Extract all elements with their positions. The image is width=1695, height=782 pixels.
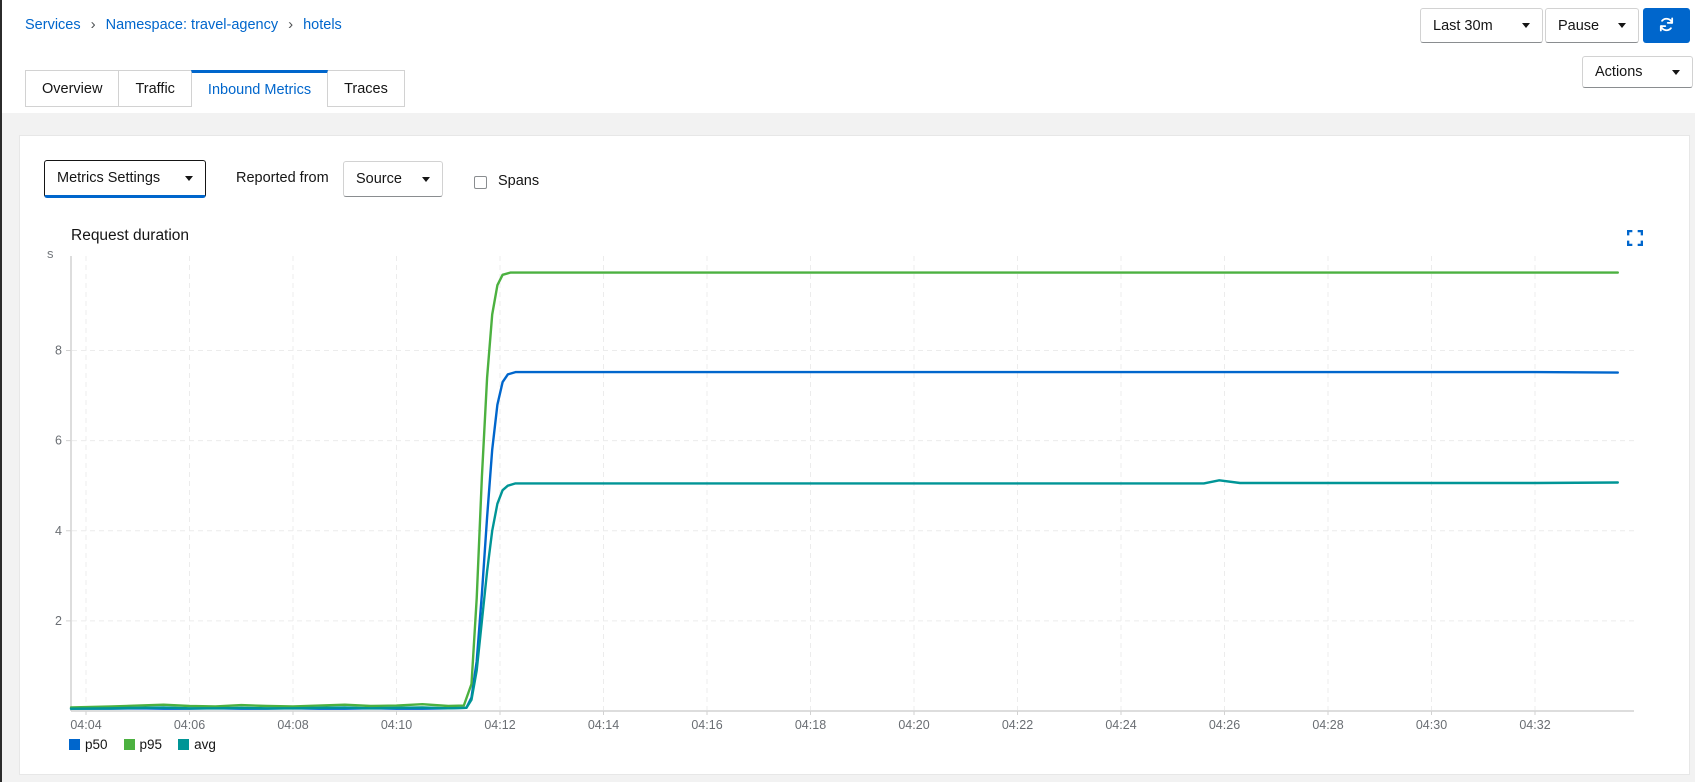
spans-checkbox-label[interactable]: Spans xyxy=(498,173,539,189)
tab-inbound-metrics[interactable]: Inbound Metrics xyxy=(190,70,329,107)
svg-text:04:14: 04:14 xyxy=(588,718,619,732)
caret-down-icon xyxy=(1522,23,1530,28)
request-duration-chart: 04:04 04:06 04:08 04:10 04:12 04:14 04:16 04:18… xyxy=(55,256,1634,732)
legend-item-p95[interactable]: p95 xyxy=(123,737,162,752)
spans-checkbox[interactable] xyxy=(474,176,487,189)
refresh-interval-value: Pause xyxy=(1558,17,1600,34)
reporter-dropdown[interactable]: Source xyxy=(343,161,443,197)
duration-dropdown[interactable]: Last 30m xyxy=(1420,8,1543,43)
svg-text:04:04: 04:04 xyxy=(70,718,101,732)
svg-text:04:22: 04:22 xyxy=(1002,718,1033,732)
tab-overview[interactable]: Overview xyxy=(25,70,120,107)
svg-text:4: 4 xyxy=(55,524,62,538)
breadcrumb-link-service[interactable]: hotels xyxy=(303,17,342,33)
legend-swatch-p95 xyxy=(123,739,135,750)
chart-legend: p50 p95 avg xyxy=(69,737,216,752)
refresh-interval-dropdown[interactable]: Pause xyxy=(1545,8,1639,43)
tab-traces[interactable]: Traces xyxy=(327,70,405,107)
refresh-button[interactable] xyxy=(1643,8,1690,43)
svg-text:04:26: 04:26 xyxy=(1209,718,1240,732)
actions-dropdown[interactable]: Actions xyxy=(1582,56,1693,88)
caret-down-icon xyxy=(1672,69,1680,75)
reported-from-label: Reported from xyxy=(236,170,329,186)
svg-text:04:08: 04:08 xyxy=(277,718,308,732)
breadcrumb-link-namespace[interactable]: Namespace: travel-agency xyxy=(106,17,278,33)
metrics-settings-label: Metrics Settings xyxy=(57,170,161,186)
breadcrumb: Services › Namespace: travel-agency › ho… xyxy=(25,16,342,33)
duration-dropdown-value: Last 30m xyxy=(1433,17,1493,34)
svg-text:04:12: 04:12 xyxy=(484,718,515,732)
svg-text:04:16: 04:16 xyxy=(691,718,722,732)
svg-text:2: 2 xyxy=(55,614,62,628)
caret-down-icon xyxy=(422,176,430,182)
actions-dropdown-label: Actions xyxy=(1595,64,1643,80)
kiali-service-details-page: Services › Namespace: travel-agency › ho… xyxy=(0,0,1695,782)
metrics-settings-dropdown[interactable]: Metrics Settings xyxy=(44,160,206,198)
legend-swatch-avg xyxy=(178,739,190,750)
chart-title: Request duration xyxy=(71,227,190,244)
metrics-card: Metrics Settings Reported from Source Sp… xyxy=(19,135,1690,775)
svg-text:04:24: 04:24 xyxy=(1105,718,1136,732)
svg-text:04:30: 04:30 xyxy=(1416,718,1447,732)
svg-text:04:32: 04:32 xyxy=(1519,718,1550,732)
breadcrumb-link-services[interactable]: Services xyxy=(25,17,81,33)
svg-text:04:06: 04:06 xyxy=(174,718,205,732)
svg-text:6: 6 xyxy=(55,434,62,448)
svg-text:04:28: 04:28 xyxy=(1312,718,1343,732)
legend-item-p50[interactable]: p50 xyxy=(69,737,108,752)
caret-down-icon xyxy=(1618,23,1626,28)
tab-traffic[interactable]: Traffic xyxy=(118,70,192,107)
service-tabs: Overview Traffic Inbound Metrics Traces xyxy=(25,70,405,107)
reporter-dropdown-value: Source xyxy=(356,171,402,187)
svg-text:04:10: 04:10 xyxy=(381,718,412,732)
angle-right-icon: › xyxy=(90,16,96,33)
svg-text:04:18: 04:18 xyxy=(795,718,826,732)
legend-swatch-p50 xyxy=(69,739,80,750)
svg-text:04:20: 04:20 xyxy=(898,718,929,732)
angle-right-icon: › xyxy=(288,16,294,33)
caret-down-icon xyxy=(185,175,193,181)
svg-text:8: 8 xyxy=(55,344,62,358)
legend-item-avg[interactable]: avg xyxy=(178,737,216,752)
sync-icon xyxy=(1658,16,1675,36)
